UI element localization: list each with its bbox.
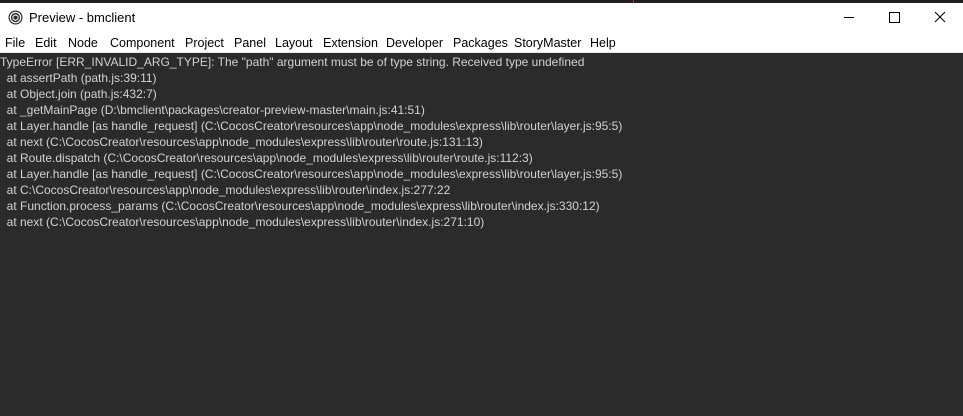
menu-panel[interactable]: Panel [234,36,266,51]
maximize-button[interactable] [872,3,918,33]
menu-layout[interactable]: Layout [275,36,313,51]
menu-packages[interactable]: Packages [453,36,508,51]
close-button[interactable] [917,3,963,33]
menu-bar: File Edit Node Component Project Panel L… [0,33,963,53]
menu-extension[interactable]: Extension [323,36,378,51]
stack-frame: at next (C:\CocosCreator\resources\app\n… [0,135,483,149]
error-message: TypeError [ERR_INVALID_ARG_TYPE]: The "p… [0,55,585,69]
menu-node[interactable]: Node [68,36,98,51]
menu-storymaster[interactable]: StoryMaster [514,36,581,51]
menu-help[interactable]: Help [590,36,616,51]
menu-developer[interactable]: Developer [386,36,443,51]
stack-frame: at Function.process_params (C:\CocosCrea… [0,199,600,213]
close-icon [934,11,946,23]
stack-frame: at Object.join (path.js:432:7) [0,87,157,101]
menu-component[interactable]: Component [110,36,175,51]
error-output-panel[interactable]: TypeError [ERR_INVALID_ARG_TYPE]: The "p… [0,53,963,416]
stack-frame: at assertPath (path.js:39:11) [0,71,157,85]
stack-frame: at Route.dispatch (C:\CocosCreator\resou… [0,151,533,165]
cocos-creator-logo-icon [8,10,23,25]
menu-edit[interactable]: Edit [35,36,57,51]
title-bar[interactable]: Preview - bmclient [0,3,963,33]
menu-project[interactable]: Project [185,36,224,51]
stack-frame: at Layer.handle [as handle_request] (C:\… [0,119,623,133]
stack-frame: at C:\CocosCreator\resources\app\node_mo… [0,183,451,197]
maximize-icon [889,12,900,23]
menu-file[interactable]: File [5,36,25,51]
stack-frame: at _getMainPage (D:\bmclient\packages\cr… [0,103,425,117]
window-title: Preview - bmclient [29,10,136,25]
minimize-icon [844,17,854,18]
minimize-button[interactable] [826,3,872,33]
stack-frame: at Layer.handle [as handle_request] (C:\… [0,167,623,181]
stack-frame: at next (C:\CocosCreator\resources\app\n… [0,215,485,229]
